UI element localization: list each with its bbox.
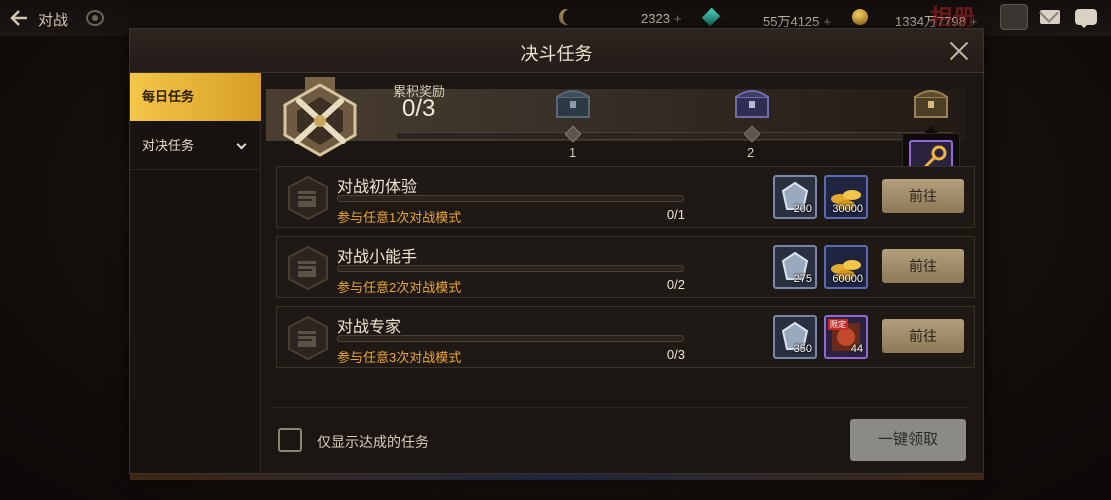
task-progress-bar (337, 195, 684, 202)
reward-quantity: 200 (793, 203, 812, 215)
task-row: 对战初体验 参与任意1次对战模式 0/1 200 30000 前往 (276, 166, 975, 228)
reward-quantity: 30000 (832, 203, 863, 215)
task-scroll-icon (288, 175, 328, 221)
duel-task-dialog: 决斗任务 每日任务 对决任务 累积奖励 0/3 1 2 对战初体验 参与任意1次… (129, 28, 984, 474)
add-moon-button[interactable]: + (674, 11, 682, 26)
chevron-down-icon (236, 139, 247, 150)
task-name: 对战小能手 (337, 249, 418, 266)
divider (270, 407, 970, 408)
back-arrow-icon[interactable] (10, 9, 28, 27)
reward-quantity: 44 (850, 343, 863, 355)
crossed-swords-medal-icon (283, 77, 357, 157)
go-button[interactable]: 前往 (882, 249, 964, 283)
reward-item[interactable]: 275 (773, 245, 817, 289)
treasure-chest-icon[interactable] (912, 85, 950, 119)
sidebar-item-duel-tasks[interactable]: 对决任务 (130, 122, 261, 170)
treasure-chest-icon[interactable] (554, 85, 592, 119)
task-scroll-icon (288, 245, 328, 291)
add-gem-button[interactable]: + (823, 14, 831, 29)
reward-item[interactable]: 60000 (824, 245, 868, 289)
task-row: 对战小能手 参与任意2次对战模式 0/2 275 60000 前往 (276, 236, 975, 298)
reward-quantity: 275 (793, 273, 812, 285)
claim-all-button[interactable]: 一键领取 (850, 419, 966, 461)
task-description: 参与任意3次对战模式 (337, 350, 462, 365)
treasure-chest-icon[interactable] (733, 85, 771, 119)
go-button[interactable]: 前往 (882, 179, 964, 213)
coin-icon (852, 9, 868, 25)
reward-item[interactable]: 200 (773, 175, 817, 219)
cumulative-reward-value: 0/3 (402, 95, 436, 122)
chat-icon[interactable] (1075, 9, 1097, 28)
task-progress-count: 0/2 (666, 277, 685, 292)
task-scroll-icon (288, 315, 328, 361)
background-cards-peek (130, 474, 984, 480)
dialog-header: 决斗任务 (130, 29, 983, 73)
show-completed-checkbox[interactable] (278, 428, 302, 452)
task-row: 对战专家 参与任意3次对战模式 0/3 350 限定 44 前往 (276, 306, 975, 368)
reward-quantity: 60000 (832, 273, 863, 285)
reward-quantity: 350 (793, 343, 812, 355)
progress-node-label: 2 (747, 145, 755, 160)
task-description: 参与任意2次对战模式 (337, 280, 462, 295)
mail-icon[interactable] (1040, 10, 1060, 24)
gem-icon (701, 7, 721, 27)
avatar[interactable] (1000, 4, 1028, 30)
reward-item[interactable]: 350 (773, 315, 817, 359)
task-name: 对战专家 (337, 319, 402, 336)
sidebar-item-label: 对决任务 (142, 138, 195, 153)
eye-icon[interactable] (86, 10, 104, 26)
task-description: 参与任意1次对战模式 (337, 210, 462, 225)
reward-item[interactable]: 30000 (824, 175, 868, 219)
moon-currency: 2323 + (641, 11, 682, 26)
go-button[interactable]: 前往 (882, 319, 964, 353)
reward-item[interactable]: 限定 44 (824, 315, 868, 359)
limited-badge: 限定 (828, 319, 848, 330)
dialog-title: 决斗任务 (520, 44, 593, 64)
task-progress-count: 0/3 (666, 347, 685, 362)
sidebar: 每日任务 对决任务 (130, 73, 261, 473)
show-completed-label: 仅显示达成的任务 (317, 434, 429, 450)
sidebar-item-label: 每日任务 (142, 89, 195, 104)
cumulative-progress-bar (395, 132, 955, 140)
task-progress-bar (337, 335, 684, 342)
moon-currency-icon (563, 9, 577, 25)
sidebar-item-daily-tasks[interactable]: 每日任务 (130, 73, 261, 121)
task-name: 对战初体验 (337, 179, 418, 196)
task-progress-count: 0/1 (666, 207, 685, 222)
progress-node-label: 1 (569, 145, 577, 160)
top-title: 对战 (38, 12, 69, 29)
task-progress-bar (337, 265, 684, 272)
close-icon[interactable] (947, 39, 971, 63)
